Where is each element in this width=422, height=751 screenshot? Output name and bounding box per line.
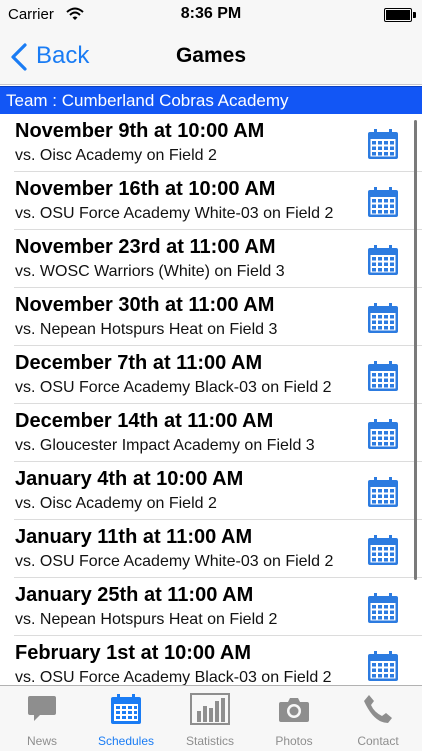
tab-label: News <box>26 734 57 748</box>
tab-label: Photos <box>275 734 313 748</box>
game-opponent: vs. Nepean Hotspurs Heat on Field 2 <box>15 611 278 628</box>
game-row[interactable]: December 7th at 11:00 AM vs. OSU Force A… <box>0 346 422 404</box>
speech-bubble-icon <box>26 693 58 725</box>
game-row[interactable]: November 9th at 10:00 AM vs. Oisc Academ… <box>0 114 422 172</box>
game-date: November 9th at 10:00 AM <box>15 120 265 142</box>
tab-statistics[interactable]: Statistics <box>168 686 252 751</box>
add-to-calendar-icon[interactable] <box>367 534 399 566</box>
game-row[interactable]: February 1st at 10:00 AM vs. OSU Force A… <box>0 636 422 685</box>
scrollbar[interactable] <box>414 120 417 580</box>
add-to-calendar-icon[interactable] <box>367 360 399 392</box>
game-date: January 4th at 10:00 AM <box>15 468 244 490</box>
add-to-calendar-icon[interactable] <box>367 650 399 682</box>
calendar-icon <box>110 693 142 725</box>
game-date: November 23rd at 11:00 AM <box>15 236 276 258</box>
tab-contact[interactable]: Contact <box>336 686 420 751</box>
game-row[interactable]: November 30th at 11:00 AM vs. Nepean Hot… <box>0 288 422 346</box>
game-opponent: vs. OSU Force Academy White-03 on Field … <box>15 205 334 222</box>
game-opponent: vs. OSU Force Academy White-03 on Field … <box>15 553 334 570</box>
tab-label: Statistics <box>185 734 234 748</box>
game-row[interactable]: December 14th at 11:00 AM vs. Gloucester… <box>0 404 422 462</box>
game-opponent: vs. Nepean Hotspurs Heat on Field 3 <box>15 321 278 338</box>
game-date: December 14th at 11:00 AM <box>15 410 274 432</box>
team-header: Team : Cumberland Cobras Academy <box>0 86 422 114</box>
game-date: November 16th at 10:00 AM <box>15 178 276 200</box>
game-opponent: vs. Gloucester Impact Academy on Field 3 <box>15 437 315 454</box>
add-to-calendar-icon[interactable] <box>367 592 399 624</box>
game-date: January 25th at 11:00 AM <box>15 584 254 606</box>
game-opponent: vs. Oisc Academy on Field 2 <box>15 147 217 164</box>
add-to-calendar-icon[interactable] <box>367 476 399 508</box>
tab-bar: News Schedules Statistics Photos Contact <box>0 685 422 751</box>
navigation-bar: Back Games <box>0 30 422 85</box>
page-title: Games <box>175 44 247 67</box>
add-to-calendar-icon[interactable] <box>367 418 399 450</box>
game-row[interactable]: January 4th at 10:00 AM vs. Oisc Academy… <box>0 462 422 520</box>
camera-icon <box>278 693 310 725</box>
add-to-calendar-icon[interactable] <box>367 186 399 218</box>
game-date: December 7th at 11:00 AM <box>15 352 263 374</box>
game-opponent: vs. WOSC Warriors (White) on Field 3 <box>15 263 285 280</box>
game-opponent: vs. Oisc Academy on Field 2 <box>15 495 217 512</box>
game-opponent: vs. OSU Force Academy Black-03 on Field … <box>15 379 332 396</box>
tab-label: Contact <box>357 734 399 748</box>
game-date: November 30th at 11:00 AM <box>15 294 275 316</box>
phone-icon <box>362 693 394 725</box>
tab-news[interactable]: News <box>0 686 84 751</box>
add-to-calendar-icon[interactable] <box>367 128 399 160</box>
game-opponent: vs. OSU Force Academy Black-03 on Field … <box>15 669 332 685</box>
game-list[interactable]: November 9th at 10:00 AM vs. Oisc Academ… <box>0 114 422 685</box>
tab-schedules[interactable]: Schedules <box>84 686 168 751</box>
status-bar: Carrier 8:36 PM <box>0 0 422 30</box>
battery-icon <box>384 8 416 22</box>
game-date: January 11th at 11:00 AM <box>15 526 253 548</box>
add-to-calendar-icon[interactable] <box>367 244 399 276</box>
game-row[interactable]: January 25th at 11:00 AM vs. Nepean Hots… <box>0 578 422 636</box>
tab-label: Schedules <box>97 734 155 748</box>
game-row[interactable]: November 23rd at 11:00 AM vs. WOSC Warri… <box>0 230 422 288</box>
status-time: 8:36 PM <box>180 5 242 22</box>
add-to-calendar-icon[interactable] <box>367 302 399 334</box>
game-row[interactable]: January 11th at 11:00 AM vs. OSU Force A… <box>0 520 422 578</box>
game-row[interactable]: November 16th at 10:00 AM vs. OSU Force … <box>0 172 422 230</box>
bar-chart-icon <box>190 693 230 725</box>
team-header-label: Team : Cumberland Cobras Academy <box>6 91 289 110</box>
tab-photos[interactable]: Photos <box>252 686 336 751</box>
game-date: February 1st at 10:00 AM <box>15 642 252 664</box>
